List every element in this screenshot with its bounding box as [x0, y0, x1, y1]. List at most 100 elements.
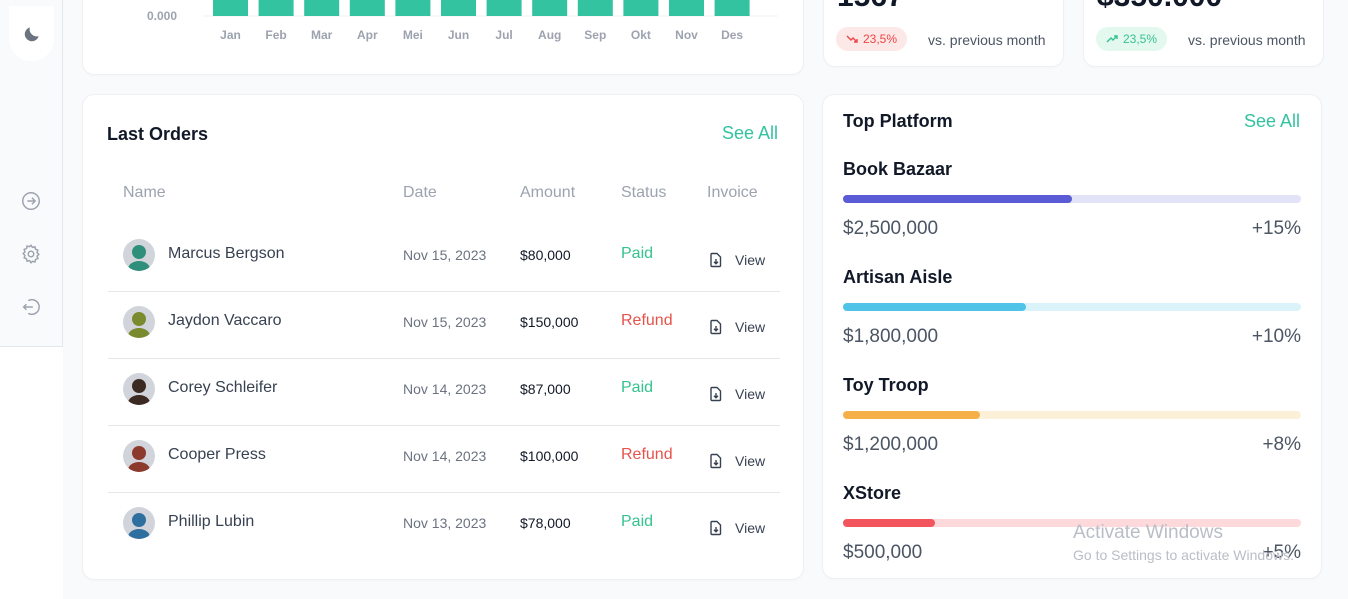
table-row: Cooper Press Nov 14, 2023 $100,000 Refund Vi…	[108, 426, 780, 493]
order-amount: $80,000	[520, 247, 571, 263]
platform-name: XStore	[843, 483, 902, 503]
view-invoice-label: View	[735, 520, 766, 536]
view-invoice-label: View	[735, 386, 766, 402]
platform-progress-track	[843, 411, 1301, 419]
trend-badge-label: 23,5%	[863, 32, 898, 46]
platform-title: Top Platform	[843, 111, 953, 131]
order-date: Nov 14, 2023	[403, 448, 487, 464]
sales-chart-card: 0.000 Jan Feb Mar Apr Mei Jun Jul Aug Sep Okt Nov De…	[82, 0, 804, 75]
platform-value: $2,500,000	[843, 218, 939, 239]
platform-value: $1,800,000	[843, 326, 939, 347]
order-amount: $78,000	[520, 515, 571, 531]
avatar	[123, 306, 155, 338]
theme-toggle-button[interactable]	[9, 6, 54, 61]
sidebar-nav-button[interactable]	[20, 190, 42, 212]
platform-progress-fill	[843, 519, 935, 527]
document-download-icon	[710, 520, 722, 536]
trend-badge-down: 23,5%	[836, 27, 908, 51]
chart-bar[interactable]	[349, 0, 385, 16]
view-invoice-label: View	[735, 453, 766, 469]
view-invoice-button[interactable]: View	[708, 453, 765, 469]
platform-progress-fill	[843, 303, 1027, 311]
activation-watermark-subtitle: Go to Settings to activate Windows.	[1073, 547, 1294, 563]
trend-up-icon	[1106, 35, 1118, 43]
chart-bar[interactable]	[714, 0, 750, 16]
column-header-name: Name	[123, 184, 166, 201]
customer-name: Corey Schleifer	[168, 379, 278, 396]
customer-name: Marcus Bergson	[168, 245, 285, 262]
column-header-invoice: Invoice	[707, 184, 758, 201]
sales-bar-chart: 0.000 Jan Feb Mar Apr Mei Jun Jul Aug Sep Okt Nov De…	[147, 0, 778, 42]
chart-bar[interactable]	[213, 0, 248, 16]
chart-bar[interactable]	[486, 0, 522, 16]
platform-item: Book Bazaar $2,500,000 +15%	[843, 159, 1301, 267]
x-tick-label: Okt	[631, 28, 651, 42]
chart-bar[interactable]	[258, 0, 294, 16]
x-tick-label: Mei	[403, 28, 423, 42]
view-invoice-label: View	[735, 252, 766, 268]
avatar	[123, 239, 155, 271]
x-tick-label: Des	[721, 28, 743, 42]
chart-bar[interactable]	[395, 0, 431, 16]
platform-progress-track	[843, 519, 1301, 527]
platform-see-all-link[interactable]: See All	[1244, 111, 1300, 132]
orders-title: Last Orders	[107, 124, 209, 144]
activation-watermark-title: Activate Windows	[1073, 522, 1223, 543]
platform-name: Artisan Aisle	[843, 267, 953, 287]
platform-progress-fill	[843, 411, 981, 419]
customer-name: Cooper Press	[168, 446, 266, 463]
platform-progress-fill	[843, 195, 1072, 203]
column-header-status: Status	[621, 184, 667, 201]
view-invoice-button[interactable]: View	[708, 520, 765, 536]
platform-value: $1,200,000	[843, 434, 939, 455]
view-invoice-button[interactable]: View	[708, 319, 765, 335]
table-row: Phillip Lubin Nov 13, 2023 $78,000 Paid View	[108, 493, 780, 560]
view-invoice-button[interactable]: View	[708, 252, 765, 268]
x-tick-label: Nov	[675, 28, 698, 42]
platform-change: +8%	[1262, 434, 1301, 455]
column-header-date: Date	[403, 184, 437, 201]
avatar	[123, 507, 155, 539]
platform-value: $500,000	[843, 542, 923, 563]
x-tick-label: Jan	[220, 28, 241, 42]
chart-bar[interactable]	[441, 0, 476, 16]
order-status: Refund	[621, 312, 673, 329]
x-tick-label: Apr	[357, 28, 378, 42]
table-row: Jaydon Vaccaro Nov 15, 2023 $150,000 Refund…	[108, 292, 780, 359]
platform-name: Toy Troop	[843, 375, 929, 395]
customer-name: Phillip Lubin	[168, 513, 255, 530]
view-invoice-button[interactable]: View	[708, 386, 765, 402]
top-platform-card: Top Platform See All Book Bazaar $2,500,0…	[822, 94, 1322, 579]
order-amount: $150,000	[520, 314, 579, 330]
x-tick-label: Feb	[265, 28, 286, 42]
chart-bar[interactable]	[623, 0, 659, 16]
table-row: Marcus Bergson Nov 15, 2023 $80,000 Paid Vie…	[108, 225, 780, 292]
orders-see-all-link[interactable]: See All	[722, 123, 778, 144]
order-status: Refund	[621, 446, 673, 463]
column-header-amount: Amount	[520, 184, 576, 201]
order-amount: $87,000	[520, 381, 571, 397]
sidebar-blank-area	[0, 347, 63, 599]
view-invoice-label: View	[735, 319, 766, 335]
chart-bar[interactable]	[669, 0, 704, 16]
chart-bar[interactable]	[577, 0, 613, 16]
platform-progress-track	[843, 303, 1301, 311]
avatar	[123, 373, 155, 405]
avatar	[123, 440, 155, 472]
y-tick-label: 0.000	[147, 9, 177, 23]
gear-icon	[22, 244, 40, 264]
sidebar	[0, 0, 63, 347]
x-tick-label: Jun	[448, 28, 469, 42]
order-date: Nov 14, 2023	[403, 381, 487, 397]
platform-item: XStore $500,000 +5%	[843, 483, 1301, 591]
logout-button[interactable]	[20, 296, 42, 318]
x-tick-label: Mar	[311, 28, 333, 42]
chart-bar[interactable]	[304, 0, 340, 16]
platform-change: +15%	[1251, 218, 1301, 239]
stat-compare-text: vs. previous month	[928, 32, 1046, 48]
x-tick-label: Aug	[538, 28, 561, 42]
order-status: Paid	[621, 513, 654, 530]
chart-bar[interactable]	[532, 0, 568, 16]
settings-button[interactable]	[20, 243, 42, 265]
stat-card-orders: 1567 23,5% vs. previous month	[823, 0, 1064, 67]
